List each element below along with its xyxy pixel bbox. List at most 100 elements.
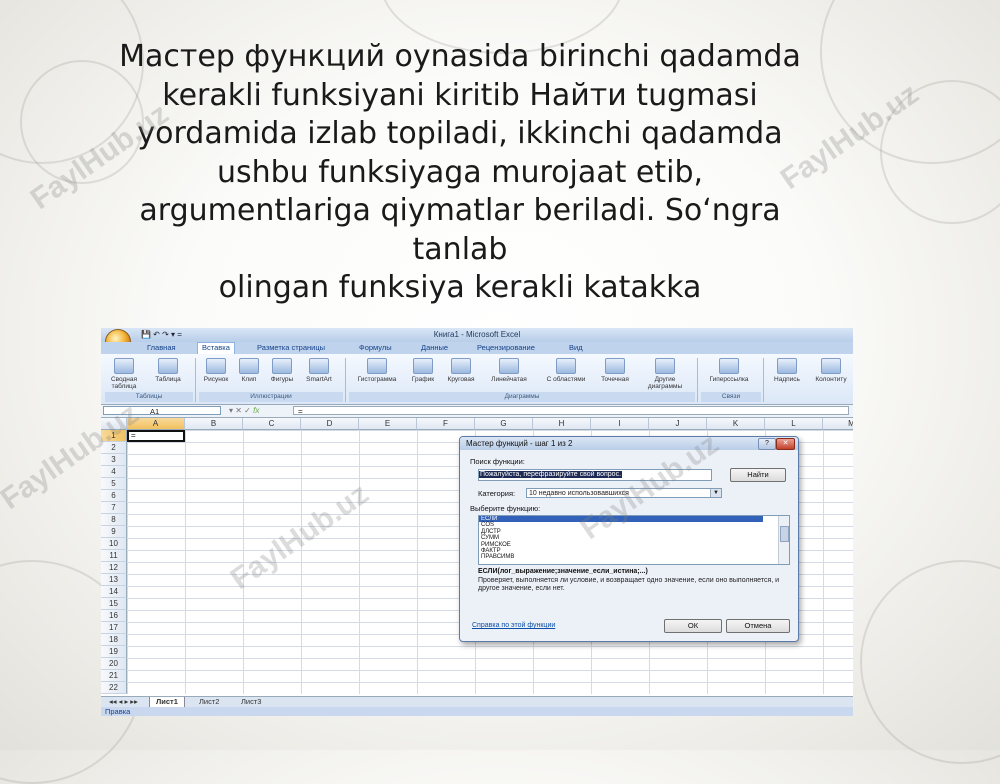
row-header[interactable]: 13 (101, 574, 127, 586)
ribbon-tabs: Главная Вставка Разметка страницы Формул… (101, 342, 853, 354)
picture-button[interactable]: Рисунок (199, 358, 233, 383)
row-header[interactable]: 5 (101, 478, 127, 490)
row-header[interactable]: 9 (101, 526, 127, 538)
title-bar: 💾 ↶ ↷ ▾ = Книга1 - Microsoft Excel (101, 328, 853, 342)
tab-page-layout[interactable]: Разметка страницы (257, 343, 325, 352)
title-line: Мастер функций oynasida birinchi qadamda (119, 39, 801, 74)
chevron-down-icon: ▼ (710, 489, 721, 497)
row-header[interactable]: 7 (101, 502, 127, 514)
sheet-tab-2[interactable]: Лист2 (193, 697, 225, 707)
search-value: Пожалуйста, перефразируйте свой вопрос. (479, 471, 623, 478)
column-header[interactable]: F (417, 418, 475, 430)
other-charts-icon (655, 358, 675, 374)
tab-data[interactable]: Данные (421, 343, 448, 352)
line-chart-button[interactable]: График (407, 358, 439, 383)
column-header[interactable]: L (765, 418, 823, 430)
row-header[interactable]: 12 (101, 562, 127, 574)
row-header[interactable]: 22 (101, 682, 127, 694)
help-button[interactable]: ? (758, 438, 776, 450)
group-separator (763, 358, 764, 402)
ok-button[interactable]: ОК (664, 619, 722, 633)
scatter-chart-button[interactable]: Точечная (593, 358, 637, 383)
ribbon: Сводная таблица Таблица Рисунок Клип Фиг… (101, 354, 853, 405)
area-chart-button[interactable]: С областями (541, 358, 591, 383)
tab-view[interactable]: Вид (569, 343, 583, 352)
row-header[interactable]: 20 (101, 658, 127, 670)
tab-review[interactable]: Рецензирование (477, 343, 535, 352)
search-label: Поиск функции: (470, 457, 525, 466)
list-scrollbar[interactable] (778, 516, 789, 564)
help-link[interactable]: Справка по этой функции (472, 622, 555, 629)
textbox-button[interactable]: Надпись (767, 358, 807, 383)
smartart-icon (309, 358, 329, 374)
bar-chart-button[interactable]: Линейчатая (483, 358, 535, 383)
pivot-table-icon (114, 358, 134, 374)
row-header[interactable]: 11 (101, 550, 127, 562)
other-charts-button[interactable]: Другие диаграммы (641, 358, 689, 390)
function-list[interactable]: ЕСЛИ COS ДЛСТР СУММ РИМСКОЕ ФАКТР ПРАВСИ… (478, 515, 790, 565)
hyperlink-button[interactable]: Гиперссылка (701, 358, 757, 383)
fx-icon[interactable]: fx (253, 406, 259, 415)
scrollbar-thumb[interactable] (780, 526, 789, 542)
formula-input[interactable]: = (293, 406, 849, 416)
bar-chart-icon (499, 358, 519, 374)
tab-insert[interactable]: Вставка (197, 342, 235, 354)
header-footer-icon (821, 358, 841, 374)
column-header[interactable]: G (475, 418, 533, 430)
column-chart-button[interactable]: Гистограмма (349, 358, 405, 383)
window-title: Книга1 - Microsoft Excel (433, 330, 521, 339)
column-header[interactable]: E (359, 418, 417, 430)
pivot-table-button[interactable]: Сводная таблица (107, 358, 141, 390)
excel-window: 💾 ↶ ↷ ▾ = Книга1 - Microsoft Excel Главн… (101, 328, 853, 716)
textbox-icon (777, 358, 797, 374)
tab-home[interactable]: Главная (147, 343, 176, 352)
column-header[interactable]: H (533, 418, 591, 430)
tab-formulas[interactable]: Формулы (359, 343, 392, 352)
clipart-button[interactable]: Клип (235, 358, 263, 383)
shapes-button[interactable]: Фигуры (265, 358, 299, 383)
group-label-tables: Таблицы (105, 392, 193, 402)
sheet-tab-1[interactable]: Лист1 (149, 697, 185, 707)
table-button[interactable]: Таблица (151, 358, 185, 383)
row-header[interactable]: 6 (101, 490, 127, 502)
formula-buttons[interactable]: ▾ ✕ ✓ fx (229, 406, 259, 415)
row-header[interactable]: 19 (101, 646, 127, 658)
column-header[interactable]: K (707, 418, 765, 430)
column-header[interactable]: M (823, 418, 853, 430)
column-header[interactable]: I (591, 418, 649, 430)
column-header[interactable]: B (185, 418, 243, 430)
row-header[interactable]: 14 (101, 586, 127, 598)
list-item[interactable]: ПРАВСИМВ (479, 554, 789, 560)
function-wizard-dialog: Мастер функций - шаг 1 из 2 ? ✕ Поиск фу… (459, 436, 799, 642)
group-label-illustrations: Иллюстрации (199, 392, 343, 402)
smartart-button[interactable]: SmartArt (301, 358, 337, 383)
column-header[interactable]: J (649, 418, 707, 430)
active-cell-a1[interactable]: = (127, 430, 185, 442)
row-header[interactable]: 4 (101, 466, 127, 478)
cancel-button[interactable]: Отмена (726, 619, 790, 633)
title-line: ushbu funksiyaga murojaat etib, (216, 154, 704, 190)
group-separator (195, 358, 196, 402)
row-header[interactable]: 15 (101, 598, 127, 610)
close-button[interactable]: ✕ (776, 438, 795, 450)
row-header[interactable]: 10 (101, 538, 127, 550)
find-button[interactable]: Найти (730, 468, 786, 482)
pie-chart-icon (451, 358, 471, 374)
pie-chart-button[interactable]: Круговая (441, 358, 481, 383)
shapes-icon (272, 358, 292, 374)
column-header[interactable]: D (301, 418, 359, 430)
row-header[interactable]: 17 (101, 622, 127, 634)
header-footer-button[interactable]: Колонтиту (809, 358, 853, 383)
row-header[interactable]: 3 (101, 454, 127, 466)
dialog-title: Мастер функций - шаг 1 из 2 (460, 437, 798, 450)
row-header[interactable]: 16 (101, 610, 127, 622)
row-header[interactable]: 18 (101, 634, 127, 646)
row-header[interactable]: 21 (101, 670, 127, 682)
sheet-tab-3[interactable]: Лист3 (235, 697, 267, 707)
picture-icon (206, 358, 226, 374)
scatter-chart-icon (605, 358, 625, 374)
sheet-nav-arrows[interactable]: ◂◂ ◂ ▸ ▸▸ (103, 697, 144, 707)
column-header[interactable]: C (243, 418, 301, 430)
row-header[interactable]: 8 (101, 514, 127, 526)
title-line: kerakli funksiyani kiritib Найти tugmasi (162, 77, 758, 113)
